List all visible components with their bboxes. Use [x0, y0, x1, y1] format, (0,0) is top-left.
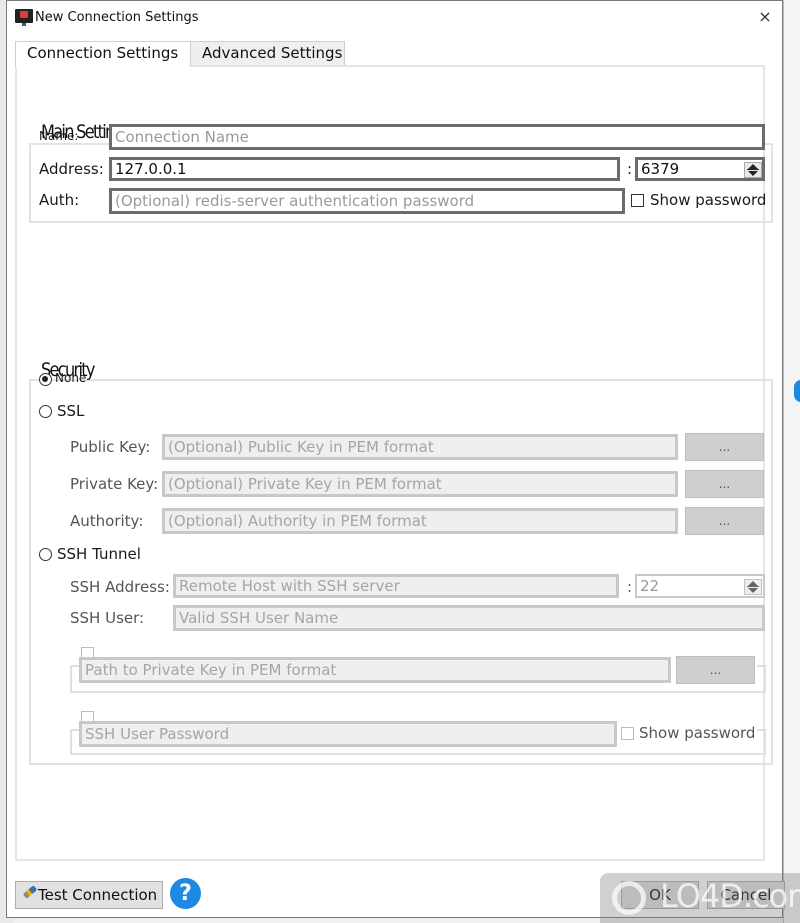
- public-key-label: Public Key:: [70, 438, 151, 456]
- background-window-right: [783, 0, 800, 923]
- background-icon: [794, 380, 800, 402]
- close-button[interactable]: ×: [748, 1, 782, 33]
- ssh-address-label: SSH Address:: [70, 578, 170, 596]
- port-spinner[interactable]: [744, 162, 762, 178]
- auth-password-input[interactable]: [109, 188, 625, 214]
- ssh-user-label: SSH User:: [70, 609, 145, 627]
- name-label: Name:: [39, 129, 79, 143]
- security-ssh-radio[interactable]: [39, 548, 52, 561]
- test-connection-label: Test Connection: [38, 886, 158, 904]
- show-password-label[interactable]: Show password: [650, 191, 766, 209]
- tab-connection-settings[interactable]: Connection Settings: [15, 41, 191, 67]
- private-key-label: Private Key:: [70, 475, 159, 493]
- private-key-input[interactable]: [162, 471, 678, 497]
- port-separator: :: [627, 160, 633, 178]
- connection-name-input[interactable]: [109, 124, 765, 150]
- auth-label: Auth:: [39, 191, 80, 209]
- security-ssl-label[interactable]: SSL: [57, 402, 84, 420]
- address-input[interactable]: [109, 157, 620, 181]
- ssh-password-input[interactable]: [79, 721, 617, 747]
- frame-edge: [757, 729, 767, 731]
- security-ssl-radio[interactable]: [39, 405, 52, 418]
- cancel-button[interactable]: Cancel: [707, 881, 785, 909]
- help-icon[interactable]: ?: [170, 878, 201, 909]
- connection-settings-dialog: New Connection Settings × Connection Set…: [6, 0, 785, 918]
- authority-input[interactable]: [162, 508, 678, 534]
- ssh-port-spinner[interactable]: [744, 579, 762, 595]
- security-ssh-label[interactable]: SSH Tunnel: [57, 545, 141, 563]
- connection-settings-pane: Main Settings Name: Address: : Auth: Sho…: [15, 65, 773, 861]
- public-key-browse-button[interactable]: ...: [685, 433, 764, 461]
- ssh-show-password-label[interactable]: Show password: [639, 724, 755, 742]
- authority-browse-button[interactable]: ...: [685, 507, 764, 535]
- ssh-address-input[interactable]: [173, 574, 619, 598]
- public-key-input[interactable]: [162, 434, 678, 460]
- authority-label: Authority:: [70, 512, 144, 530]
- ok-button[interactable]: OK: [621, 881, 699, 909]
- tab-advanced-settings[interactable]: Advanced Settings: [190, 41, 345, 66]
- ssh-port-separator: :: [627, 578, 633, 596]
- redis-app-icon: [15, 9, 33, 26]
- security-none-radio[interactable]: [39, 373, 52, 386]
- private-key-browse-button[interactable]: ...: [685, 470, 764, 498]
- ssh-user-input[interactable]: [173, 605, 765, 631]
- security-none-label[interactable]: None: [55, 371, 86, 385]
- frame-edge: [757, 665, 767, 667]
- window-title: New Connection Settings: [35, 10, 199, 25]
- ssh-private-key-browse-button[interactable]: ...: [676, 656, 755, 684]
- dialog-footer: Test Connection ? OK Cancel: [7, 863, 785, 917]
- ssh-show-password-checkbox[interactable]: [621, 727, 634, 740]
- ssh-private-key-input[interactable]: [79, 657, 671, 683]
- title-bar: New Connection Settings ×: [7, 1, 782, 35]
- plug-icon: [22, 885, 38, 899]
- show-password-checkbox[interactable]: [631, 194, 644, 207]
- address-label: Address:: [39, 160, 104, 178]
- test-connection-button[interactable]: Test Connection: [15, 881, 163, 909]
